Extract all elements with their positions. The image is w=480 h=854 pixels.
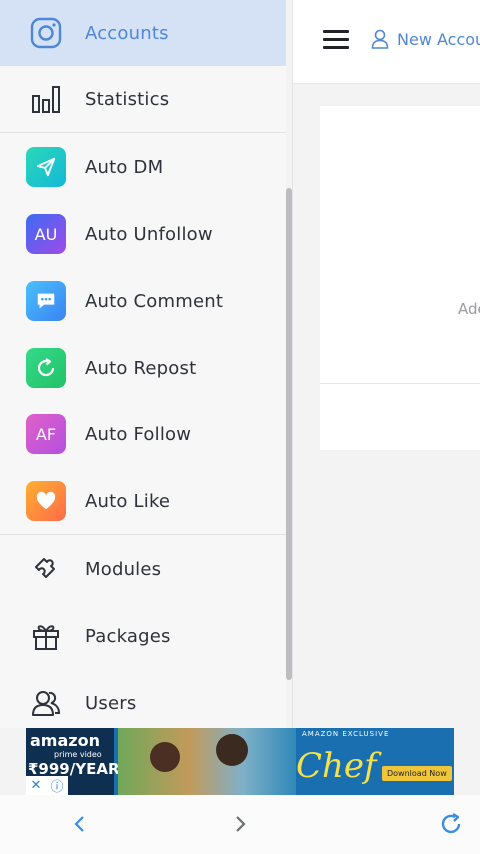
divider bbox=[0, 132, 286, 133]
sidebar-item-label: Packages bbox=[85, 625, 171, 647]
auto-follow-badge-icon: AF bbox=[26, 414, 66, 454]
sidebar-item-auto-follow[interactable]: AF Auto Follow bbox=[0, 401, 286, 467]
divider bbox=[292, 0, 293, 728]
sidebar-item-label: Auto Unfollow bbox=[85, 223, 213, 245]
sidebar-item-auto-like[interactable]: Auto Like bbox=[0, 468, 286, 534]
sidebar-item-auto-unfollow[interactable]: AU Auto Unfollow bbox=[0, 201, 286, 267]
divider bbox=[0, 534, 286, 535]
chat-icon bbox=[26, 281, 66, 321]
heart-icon bbox=[26, 481, 66, 521]
new-account-label: New Accou bbox=[397, 29, 480, 49]
ad-subtitle: prime video bbox=[54, 750, 102, 759]
close-icon[interactable]: ✕ bbox=[31, 778, 42, 793]
sidebar-item-accounts[interactable]: Accounts bbox=[0, 0, 286, 66]
sidebar-item-users[interactable]: Users bbox=[0, 670, 286, 728]
sidebar-item-auto-comment[interactable]: Auto Comment bbox=[0, 268, 286, 334]
ad-person bbox=[216, 734, 248, 766]
forward-icon[interactable] bbox=[225, 809, 255, 839]
refresh-icon[interactable] bbox=[436, 809, 466, 839]
card-text: Ade bbox=[458, 300, 480, 318]
user-icon bbox=[371, 29, 389, 49]
hamburger-menu-icon[interactable] bbox=[323, 30, 349, 50]
sidebar-item-label: Accounts bbox=[85, 22, 169, 44]
sidebar-item-packages[interactable]: Packages bbox=[0, 603, 286, 669]
ad-person bbox=[150, 742, 180, 772]
gift-icon bbox=[26, 616, 66, 656]
sidebar-item-label: Auto Repost bbox=[85, 357, 197, 379]
sidebar-item-label: Auto Comment bbox=[85, 290, 224, 312]
sidebar-item-label: Users bbox=[85, 692, 137, 714]
send-icon bbox=[26, 147, 66, 187]
browser-bottom-bar bbox=[0, 795, 480, 854]
back-icon[interactable] bbox=[65, 809, 95, 839]
sidebar-item-modules[interactable]: Modules bbox=[0, 536, 286, 602]
sidebar-item-label: Auto Like bbox=[85, 490, 171, 512]
ad-exclusive: AMAZON EXCLUSIVE bbox=[302, 730, 390, 738]
new-account-button[interactable]: New Accou bbox=[371, 29, 480, 49]
puzzle-icon bbox=[26, 549, 66, 589]
ad-brand: amazon bbox=[30, 731, 100, 750]
sidebar-item-label: Modules bbox=[85, 558, 162, 580]
sidebar-item-auto-dm[interactable]: Auto DM bbox=[0, 134, 286, 200]
sidebar-item-label: Statistics bbox=[85, 88, 170, 110]
sidebar: Accounts Statistics Auto DM AU Auto Unfo… bbox=[0, 0, 286, 728]
ad-title: Chef bbox=[296, 746, 377, 786]
auto-unfollow-badge-icon: AU bbox=[26, 214, 66, 254]
users-icon bbox=[26, 683, 66, 723]
top-bar: New Accou bbox=[293, 0, 480, 84]
sidebar-item-auto-repost[interactable]: Auto Repost bbox=[0, 335, 286, 401]
repost-icon bbox=[26, 348, 66, 388]
sidebar-item-label: Auto DM bbox=[85, 156, 164, 178]
ad-image bbox=[118, 728, 296, 795]
info-icon[interactable]: ⓘ bbox=[50, 776, 63, 795]
instagram-icon bbox=[26, 13, 66, 53]
ad-download-button[interactable]: Download Now bbox=[382, 766, 452, 781]
main-card bbox=[320, 106, 480, 450]
divider bbox=[320, 383, 480, 384]
ad-close-controls[interactable]: ✕ ⓘ bbox=[26, 776, 68, 795]
sidebar-item-label: Auto Follow bbox=[85, 423, 192, 445]
ad-banner[interactable]: amazon prime video ₹999/YEAR AMAZON EXCL… bbox=[26, 728, 454, 795]
bar-chart-icon bbox=[26, 79, 66, 119]
sidebar-item-statistics[interactable]: Statistics bbox=[0, 66, 286, 132]
